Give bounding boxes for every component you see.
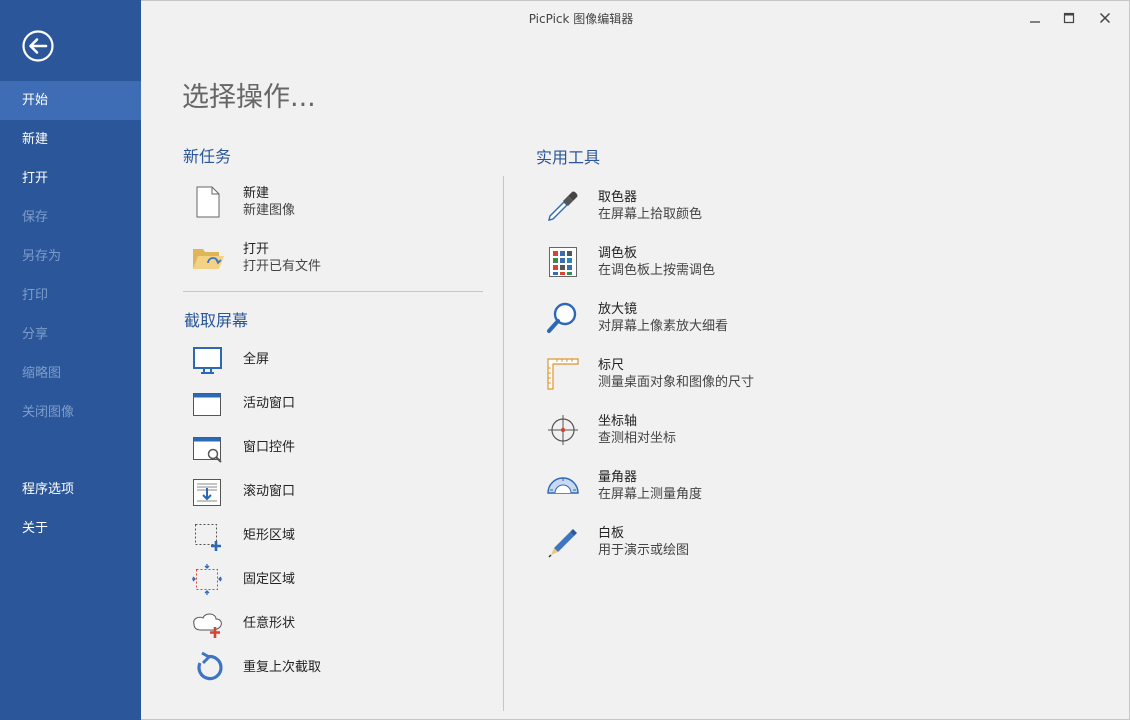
maximize-button[interactable] <box>1052 5 1086 31</box>
item-label: 窗口控件 <box>243 440 296 455</box>
item-label: 标尺 <box>598 358 625 373</box>
blank-page-icon <box>196 186 220 218</box>
item-description: 测量桌面对象和图像的尺寸 <box>598 375 755 390</box>
sidebar-item-open[interactable]: 打开 <box>0 159 141 198</box>
sidebar-item-about[interactable]: 关于 <box>0 509 141 548</box>
capture-rectangle-item[interactable]: 矩形区域 <box>191 519 451 563</box>
item-description: 在屏幕上测量角度 <box>598 487 703 502</box>
item-description: 对屏幕上像素放大细看 <box>598 319 729 334</box>
sidebar-item-close-image: 关闭图像 <box>22 405 75 420</box>
rectangle-region-icon <box>195 524 221 551</box>
tool-magnifier-item[interactable]: 放大镜对屏幕上像素放大细看 <box>546 301 806 345</box>
crosshair-icon <box>548 415 578 445</box>
sidebar-item-thumbnails: 缩略图 <box>22 366 62 381</box>
minimize-icon <box>1030 21 1040 23</box>
item-label: 取色器 <box>598 190 638 205</box>
item-label: 调色板 <box>598 246 638 261</box>
scroll-window-icon <box>193 479 221 506</box>
section-title-capture: 截取屏幕 <box>184 311 249 330</box>
item-description: 新建图像 <box>243 203 296 218</box>
section-title-new-task: 新任务 <box>183 147 232 166</box>
window-control-icon <box>193 437 222 463</box>
tool-whiteboard-item[interactable]: 白板 用于演示或绘图 <box>546 525 806 569</box>
item-label: 全屏 <box>243 352 270 367</box>
item-label: 固定区域 <box>243 572 296 587</box>
sidebar-item-save-as: 另存为 <box>22 249 62 264</box>
new-image-item[interactable]: 新建 新建图像 <box>191 185 451 229</box>
freehand-shape-icon <box>193 613 222 638</box>
window-title: PicPick 图像编辑器 <box>528 12 634 26</box>
item-description: 在屏幕上拾取颜色 <box>598 207 703 222</box>
item-label: 白板 <box>598 526 625 541</box>
item-label: 活动窗口 <box>243 396 296 411</box>
open-file-item[interactable]: 打开 打开已有文件 <box>191 241 451 285</box>
sidebar-item-share: 分享 <box>22 327 49 342</box>
item-label: 新建 <box>243 186 270 201</box>
sidebar-item-save: 保存 <box>22 210 49 225</box>
capture-freehand-item[interactable]: 任意形状 <box>191 607 451 651</box>
sidebar-item-print: 打印 <box>22 288 49 303</box>
tool-color-palette-item[interactable]: 调色板在调色板上按需调色 <box>546 245 806 289</box>
item-label: 坐标轴 <box>598 414 638 429</box>
minimize-button[interactable] <box>1018 5 1052 31</box>
main-panel: PicPick 图像编辑器 选择操作... 新任务 新建新建图像 打开打开已有文… <box>141 0 1130 720</box>
item-label: 重复上次截取 <box>243 660 322 675</box>
ruler-icon <box>547 358 579 390</box>
capture-fullscreen-item[interactable]: 全屏 <box>191 343 451 387</box>
column-divider <box>503 176 504 711</box>
tool-crosshair-item[interactable]: 坐标轴 查测相对坐标 <box>546 413 806 457</box>
tool-color-picker-item[interactable]: 取色器在屏幕上拾取颜色 <box>546 189 806 233</box>
open-folder-icon <box>193 249 224 269</box>
sidebar-item-options[interactable]: 程序选项 <box>0 470 141 509</box>
section-title-tools: 实用工具 <box>536 148 601 167</box>
tool-ruler-item[interactable]: 标尺测量桌面对象和图像的尺寸 <box>546 357 806 401</box>
capture-window-control-item[interactable]: 窗口控件 <box>191 431 451 475</box>
sidebar-item-new[interactable]: 新建 <box>0 120 141 159</box>
window-icon <box>193 393 221 416</box>
item-description: 用于演示或绘图 <box>598 543 690 558</box>
close-button[interactable] <box>1088 5 1122 31</box>
protractor-icon <box>547 477 579 494</box>
item-label: 任意形状 <box>243 616 296 631</box>
item-label: 打开 <box>243 242 270 257</box>
magnifier-icon <box>547 302 577 333</box>
item-description: 打开已有文件 <box>243 259 322 274</box>
sidebar-item-start[interactable]: 开始 <box>0 81 141 120</box>
maximize-icon <box>1063 12 1075 24</box>
section-divider <box>183 291 483 292</box>
fixed-region-icon <box>192 564 222 595</box>
eyedropper-icon <box>548 191 578 221</box>
item-label: 矩形区域 <box>243 528 296 543</box>
back-arrow-icon <box>22 30 54 62</box>
item-description: 在调色板上按需调色 <box>598 263 716 278</box>
item-label: 量角器 <box>598 470 638 485</box>
capture-scroll-window-item[interactable]: 滚动窗口 <box>191 475 451 519</box>
pen-icon <box>548 529 577 558</box>
tool-protractor-item[interactable]: 量角器在屏幕上测量角度 <box>546 469 806 513</box>
repeat-capture-icon <box>197 651 223 681</box>
item-label: 放大镜 <box>598 302 638 317</box>
back-button[interactable] <box>20 28 56 64</box>
monitor-icon <box>193 347 222 374</box>
capture-active-window-item[interactable]: 活动窗口 <box>191 387 451 431</box>
color-palette-icon <box>549 247 577 277</box>
sidebar: 开始 新建 打开 保存 另存为 打印 分享 缩略图 关闭图像 程序选项 关于 <box>0 0 141 720</box>
capture-repeat-last-item[interactable]: 重复上次截取 <box>191 651 451 695</box>
item-description: 查测相对坐标 <box>598 431 677 446</box>
capture-fixed-region-item[interactable]: 固定区域 <box>191 563 451 607</box>
close-icon <box>1099 12 1111 24</box>
item-label: 滚动窗口 <box>243 484 296 499</box>
page-title: 选择操作... <box>182 82 316 113</box>
